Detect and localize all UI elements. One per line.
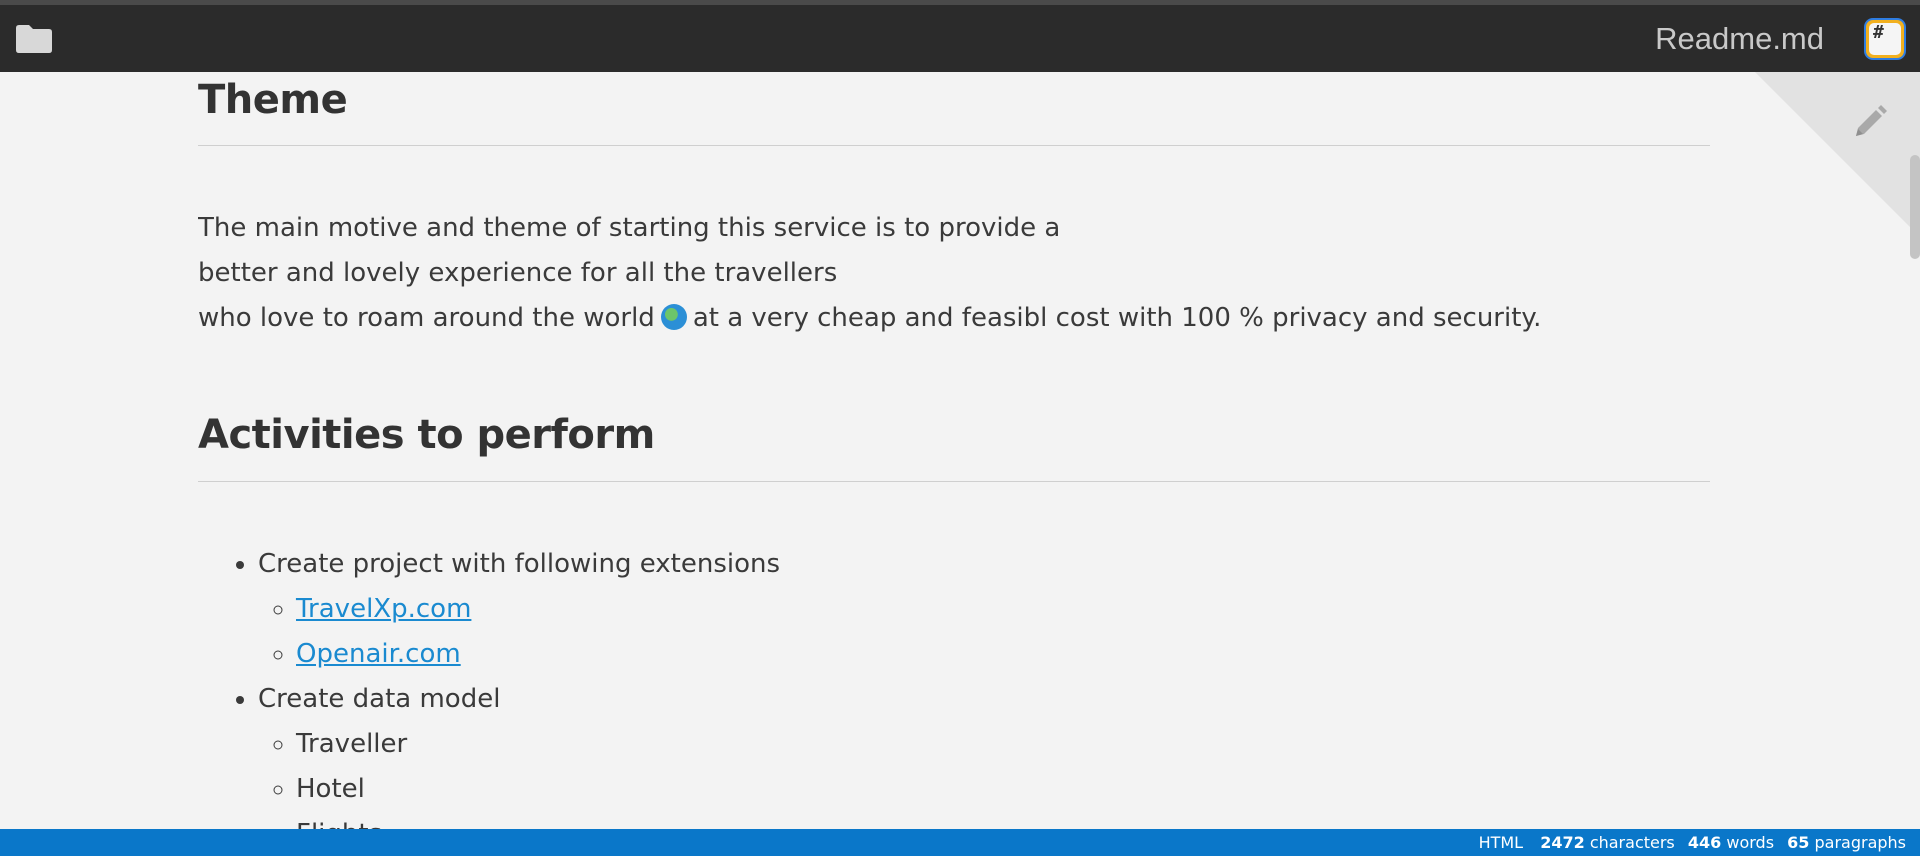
list-item: Traveller [296,722,780,767]
link-openair[interactable]: Openair.com [296,639,461,669]
heading-theme: Theme [198,77,348,123]
heading-activities: Activities to perform [198,412,655,458]
link-travelxp[interactable]: TravelXp.com [296,594,471,624]
paragraph-text: who love to roam around the world [198,303,655,333]
pencil-icon[interactable] [1850,102,1890,142]
edit-corner [1755,72,1920,237]
globe-icon [660,304,687,330]
markdown-icon[interactable]: # [1864,18,1906,60]
sub-list: Traveller Hotel Flights [258,722,780,829]
theme-paragraph: The main motive and theme of starting th… [198,206,1541,341]
list-item-label: Create data model [258,684,501,714]
scrollbar-thumb[interactable] [1910,155,1920,259]
list-item-label: Create project with following extensions [258,549,781,579]
heading-divider [198,145,1710,146]
status-bar: HTML 2472 characters 446 words 65 paragr… [0,829,1920,856]
list-item: Create data model Traveller Hotel Flight… [258,677,780,829]
status-words-count: 446 [1687,833,1722,852]
paragraph-line: who love to roam around the world at a ve… [198,296,1541,341]
folder-icon[interactable] [14,24,54,54]
markdown-preview: Theme The main motive and theme of start… [198,72,1710,829]
list-item: Flights [296,812,780,829]
paragraph-line: better and lovely experience for all the… [198,258,838,288]
status-words-label: words [1726,833,1775,852]
paragraph-text: at a very cheap and feasibl cost with 10… [692,303,1542,333]
status-paragraphs-count: 65 [1787,833,1810,852]
status-mode: HTML [1478,833,1524,852]
sub-list: TravelXp.com Openair.com [258,587,780,677]
status-paragraphs-label: paragraphs [1814,833,1906,852]
status-characters-label: characters [1589,833,1675,852]
list-item: Openair.com [296,632,780,677]
paragraph-line: The main motive and theme of starting th… [198,213,1061,243]
status-characters-count: 2472 [1540,833,1585,852]
top-bar: Readme.md # [0,5,1920,72]
heading-divider [198,481,1710,482]
document-title: Readme.md [1655,21,1824,56]
list-item: TravelXp.com [296,587,780,632]
list-item: Create project with following extensions… [258,542,780,677]
list-item: Hotel [296,767,780,812]
activities-list: Create project with following extensions… [236,542,780,829]
